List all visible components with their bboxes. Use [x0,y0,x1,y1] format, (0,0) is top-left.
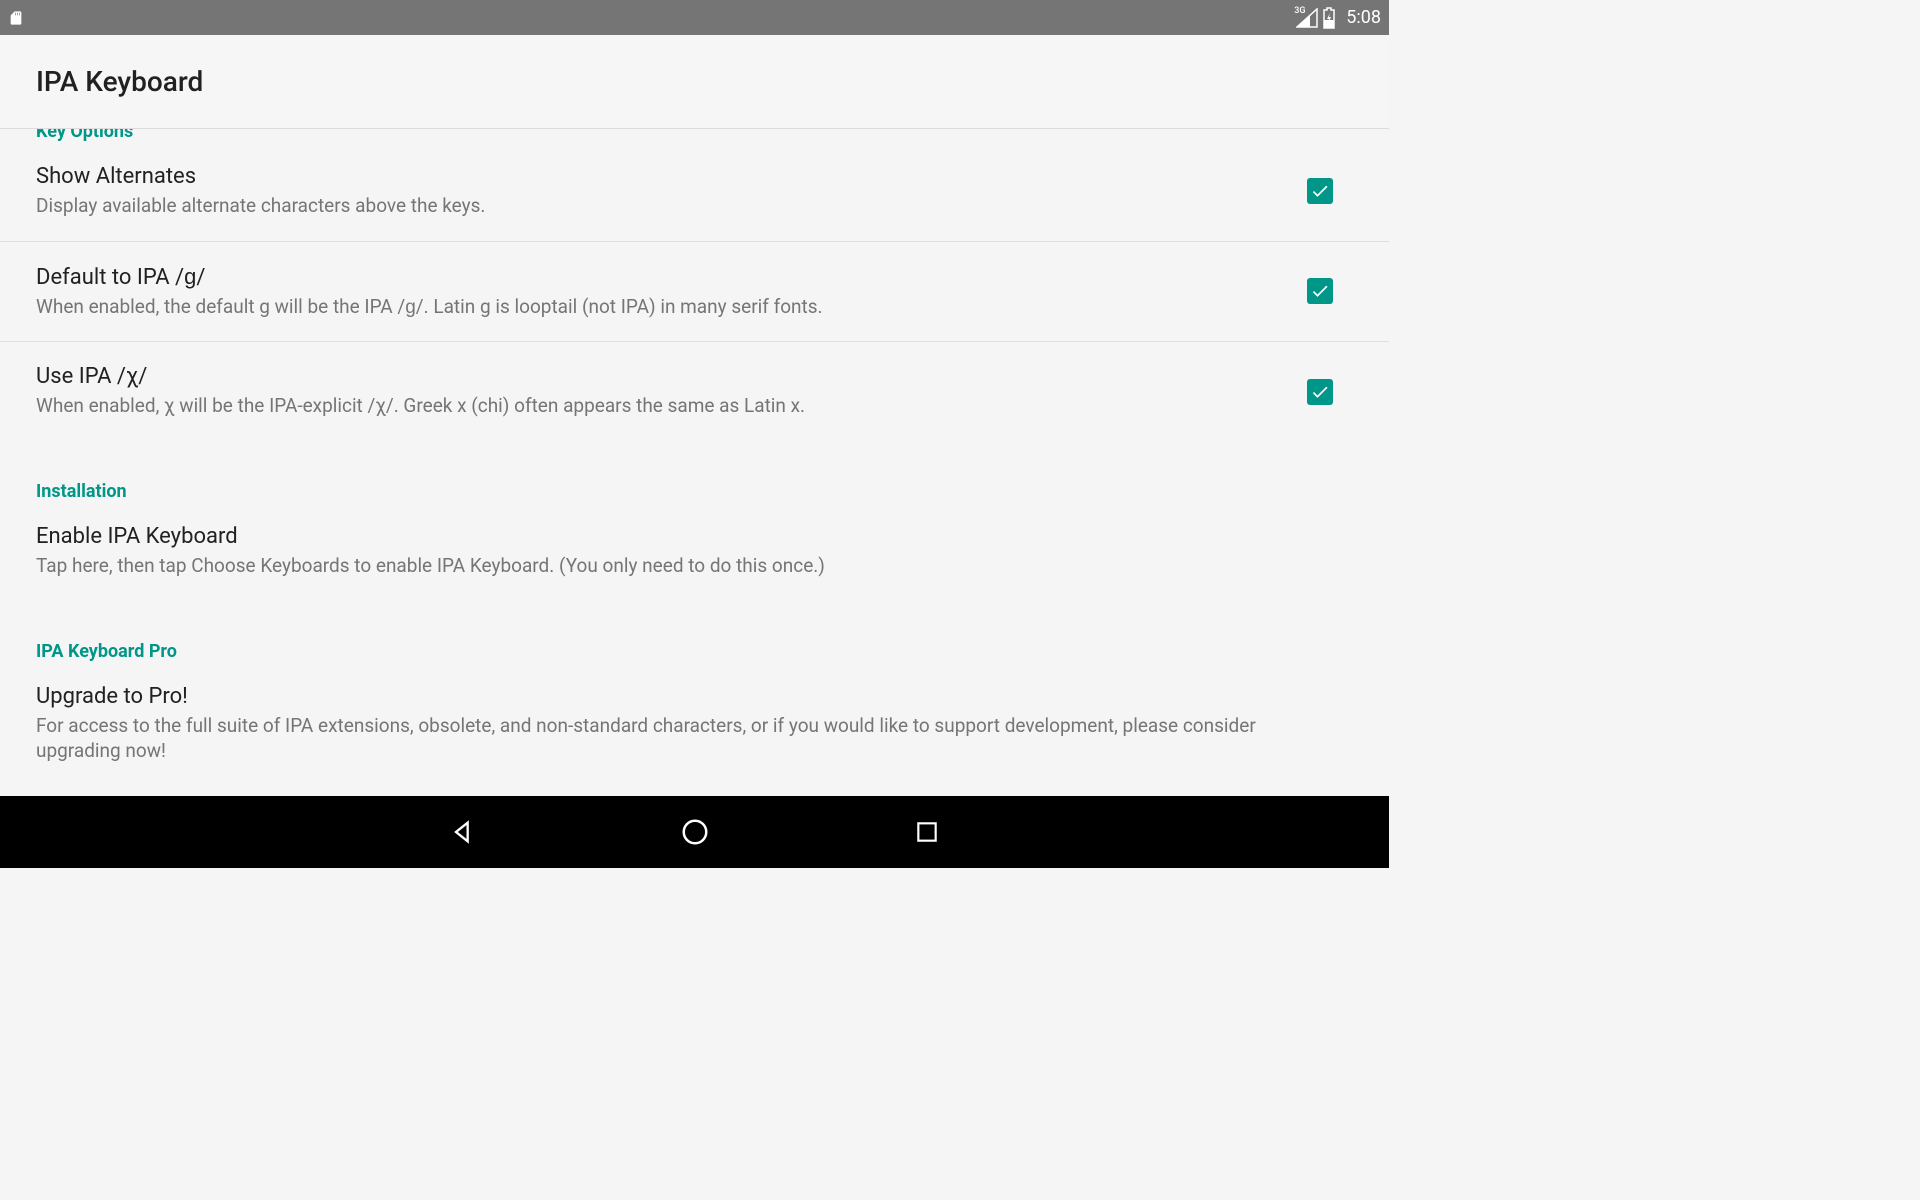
setting-title: Upgrade to Pro! [36,684,1333,709]
sd-card-icon [8,8,24,28]
setting-subtitle: For access to the full suite of IPA exte… [36,713,1333,764]
checkbox-show-alternates[interactable] [1307,178,1333,204]
setting-subtitle: When enabled, the default g will be the … [36,294,1287,320]
setting-subtitle: Display available alternate characters a… [36,193,1287,219]
setting-title: Enable IPA Keyboard [36,524,1333,549]
setting-title: Default to IPA /ɡ/ [36,264,1287,290]
checkbox-use-chi[interactable] [1307,379,1333,405]
signal-icon: 3G [1296,8,1318,28]
setting-upgrade-pro[interactable]: Upgrade to Pro! For access to the full s… [0,662,1389,786]
setting-enable-keyboard[interactable]: Enable IPA Keyboard Tap here, then tap C… [0,502,1389,601]
nav-home-button[interactable] [679,816,711,848]
setting-title: Show Alternates [36,164,1287,189]
app-title: IPA Keyboard [36,65,203,98]
setting-show-alternates[interactable]: Show Alternates Display available altern… [0,142,1389,241]
section-header-installation: Installation [0,481,1389,502]
settings-content[interactable]: Key Options Show Alternates Display avai… [0,129,1389,796]
setting-title: Use IPA /χ/ [36,364,1287,389]
setting-subtitle: When enabled, χ will be the IPA-explicit… [36,393,1287,419]
check-icon [1310,181,1330,201]
setting-subtitle: Tap here, then tap Choose Keyboards to e… [36,553,1333,579]
back-icon [449,818,477,846]
nav-back-button[interactable] [447,816,479,848]
check-icon [1310,281,1330,301]
app-bar: IPA Keyboard [0,35,1389,129]
section-header-pro: IPA Keyboard Pro [0,641,1389,662]
checkbox-default-g[interactable] [1307,278,1333,304]
section-header-key-options: Key Options [0,129,1389,142]
battery-icon [1322,7,1336,29]
navigation-bar [0,796,1389,868]
check-icon [1310,382,1330,402]
status-bar: 3G 5:08 [0,0,1389,35]
setting-default-g[interactable]: Default to IPA /ɡ/ When enabled, the def… [0,242,1389,342]
home-icon [680,817,710,847]
setting-use-chi[interactable]: Use IPA /χ/ When enabled, χ will be the … [0,342,1389,441]
nav-recent-button[interactable] [911,816,943,848]
status-time: 5:08 [1346,7,1381,28]
recent-icon [914,819,940,845]
